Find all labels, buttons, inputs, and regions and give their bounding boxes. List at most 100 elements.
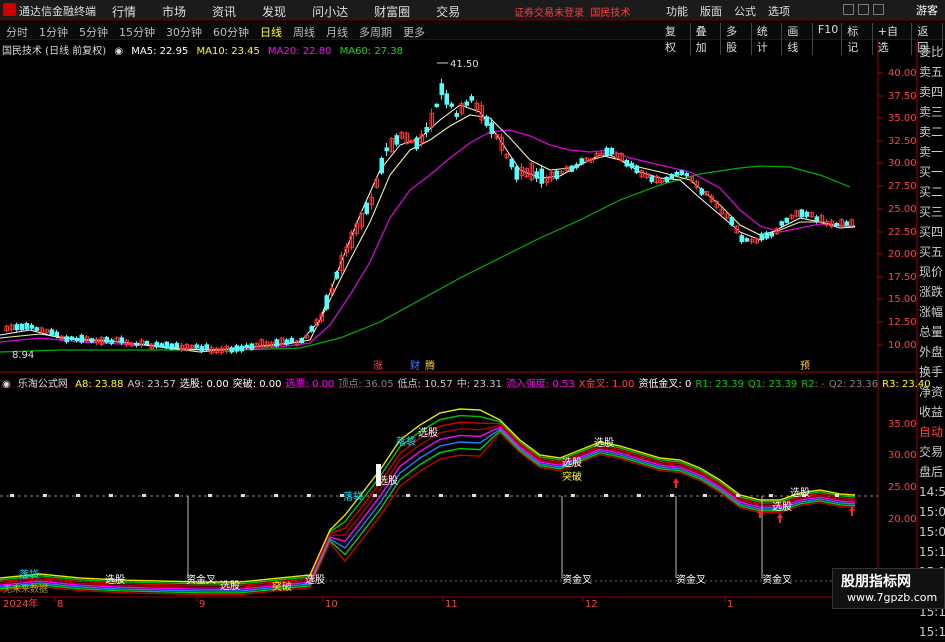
- candle-body: [759, 233, 764, 241]
- trade-time-items: 自动交易盘后14:5715:0015:0715:1215:1215:1215:1…: [919, 422, 945, 642]
- candle-body: [334, 271, 339, 279]
- time-label: 10: [325, 599, 338, 609]
- baseline-dot: [76, 494, 80, 497]
- ribbon-band: [0, 424, 856, 589]
- signal-label-breakout: 突破: [272, 580, 292, 593]
- price-tick: 15.00: [888, 294, 917, 305]
- candle-body: [624, 160, 629, 167]
- price-tick: 22.50: [888, 227, 917, 238]
- quote-item[interactable]: 外盘: [919, 342, 945, 362]
- candle-body: [469, 96, 474, 101]
- signal-label-pick: 选股: [305, 573, 325, 586]
- signal-label-pick: 选股: [220, 579, 240, 592]
- ma10-line: [0, 114, 855, 353]
- price-tick: 20.00: [888, 249, 917, 260]
- trade-time-item[interactable]: 15:12: [919, 542, 945, 562]
- sub-axis-ticks: 35.00 30.00 25.00 20.00: [888, 419, 917, 525]
- indicator-name[interactable]: 乐淘公式网: [18, 379, 68, 390]
- trade-time-item[interactable]: 盘后: [919, 462, 945, 482]
- sub-chart-legend: ◉ 乐淘公式网 A8: 23.88 A9: 23.57 选股: 0.00 突破: 0.…: [2, 375, 939, 390]
- signal-label-pick: 选股: [594, 436, 614, 449]
- quote-item[interactable]: 买二: [919, 182, 945, 202]
- legend-toggle-icon[interactable]: ◉: [114, 46, 123, 57]
- price-axis-ticks: 40.00 37.50 35.00 32.50 30.00 27.50 25.0…: [888, 68, 917, 351]
- sub-tick: 30.00: [888, 450, 917, 461]
- candle-body: [554, 170, 559, 179]
- sub-legend-item: A9: 23.57: [127, 379, 176, 390]
- legend-ma10: MA10: 23.45: [196, 46, 260, 57]
- event-mark-forecast[interactable]: 预: [800, 360, 810, 372]
- time-label: 12: [585, 599, 598, 609]
- candle-body: [414, 137, 419, 150]
- candle-body: [449, 103, 454, 107]
- baseline-dot: [208, 494, 212, 497]
- quote-item[interactable]: 买三: [919, 202, 945, 222]
- quote-item[interactable]: 收益: [919, 402, 945, 422]
- trade-time-item[interactable]: 15:00: [919, 502, 945, 522]
- quote-item[interactable]: 卖五: [919, 62, 945, 82]
- candle-body: [324, 295, 329, 310]
- ribbon-band: [0, 426, 856, 590]
- candle-body: [244, 344, 249, 348]
- sub-signal-labels: 落袋 选股 资金叉 选股 突破 选股 落袋 选股 落袋 选股 选股 突破 选股 …: [19, 426, 810, 593]
- legend-ma5: MA5: 22.95: [131, 46, 189, 57]
- signal-label-pick: 选股: [562, 456, 582, 469]
- right-quote-panel: 委比 卖五 卖四 卖三 卖二 卖一 买一 买二 买三 买四 买五 现价 涨跌 涨幅 总量 外盘 换手 净资 收益 自…: [919, 42, 945, 639]
- trade-time-item[interactable]: 自动: [919, 422, 945, 442]
- quote-item[interactable]: 净资: [919, 382, 945, 402]
- quote-item[interactable]: 买五: [919, 242, 945, 262]
- sub-tick: 35.00: [888, 419, 917, 430]
- quote-item[interactable]: 卖四: [919, 82, 945, 102]
- ribbon-band: [0, 429, 856, 594]
- candle-body: [249, 343, 254, 350]
- trade-time-item[interactable]: 15:07: [919, 522, 945, 542]
- trade-time-item[interactable]: 15:16: [919, 622, 945, 642]
- candle-body: [664, 176, 669, 183]
- trade-time-item[interactable]: 14:57: [919, 482, 945, 502]
- candle-body: [424, 127, 429, 133]
- stock-title[interactable]: 国民技术 (日线 前复权): [2, 46, 106, 57]
- sub-legend-item: A8: 23.88: [75, 379, 124, 390]
- candle-body: [169, 343, 174, 350]
- candle-body: [34, 327, 39, 331]
- quote-item[interactable]: 买一: [919, 162, 945, 182]
- event-mark-transfer[interactable]: 腾: [425, 359, 435, 372]
- candle-body: [779, 221, 784, 226]
- quote-item[interactable]: 卖二: [919, 122, 945, 142]
- quote-item[interactable]: 卖三: [919, 102, 945, 122]
- price-tick: 35.00: [888, 113, 917, 124]
- quote-item[interactable]: 换手: [919, 362, 945, 382]
- candle-body: [239, 345, 244, 352]
- quote-item[interactable]: 涨幅: [919, 302, 945, 322]
- signal-lines: [187, 496, 763, 578]
- quote-item[interactable]: 现价: [919, 262, 945, 282]
- candle-body: [309, 326, 314, 332]
- quote-item[interactable]: 总量: [919, 322, 945, 342]
- legend-toggle-icon[interactable]: ◉: [2, 379, 11, 390]
- event-mark-limit-up[interactable]: 涨: [373, 360, 383, 372]
- candle-body: [769, 232, 774, 237]
- candle-body: [679, 170, 684, 176]
- quote-item[interactable]: 卖一: [919, 142, 945, 162]
- quote-item[interactable]: 委比: [919, 42, 945, 62]
- sub-legend-item: R2: -: [801, 379, 825, 390]
- candle-body: [484, 116, 489, 126]
- sub-legend-item: 低点: 10.57: [397, 379, 453, 390]
- quote-items: 委比 卖五 卖四 卖三 卖二 卖一 买一 买二 买三 买四 买五 现价 涨跌 涨幅 总量 外盘 换手 净资 收益: [919, 42, 945, 422]
- quote-item[interactable]: 涨跌: [919, 282, 945, 302]
- quote-item[interactable]: 买四: [919, 222, 945, 242]
- sub-legend-items: A8: 23.88 A9: 23.57 选股: 0.00 突破: 0.00 选票: 0.…: [75, 379, 935, 390]
- candle-body: [799, 209, 804, 218]
- baseline-dot: [142, 494, 146, 497]
- candle-body: [669, 173, 674, 179]
- event-mark-finance[interactable]: 财: [410, 359, 420, 372]
- signal-label-breakout: 突破: [562, 470, 582, 483]
- ma20-line: [0, 129, 856, 351]
- sub-legend-item: 顶点: 36.05: [338, 379, 394, 390]
- main-chart-legend: 国民技术 (日线 前复权) ◉ MA5: 22.95 MA10: 23.45 M…: [2, 42, 408, 57]
- chart-canvas[interactable]: 40.00 37.50 35.00 32.50 30.00 27.50 25.0…: [0, 0, 945, 609]
- candle-body: [489, 122, 494, 134]
- trade-time-item[interactable]: 交易: [919, 442, 945, 462]
- ribbon-band: [0, 428, 856, 592]
- price-tick-marks: [878, 72, 883, 346]
